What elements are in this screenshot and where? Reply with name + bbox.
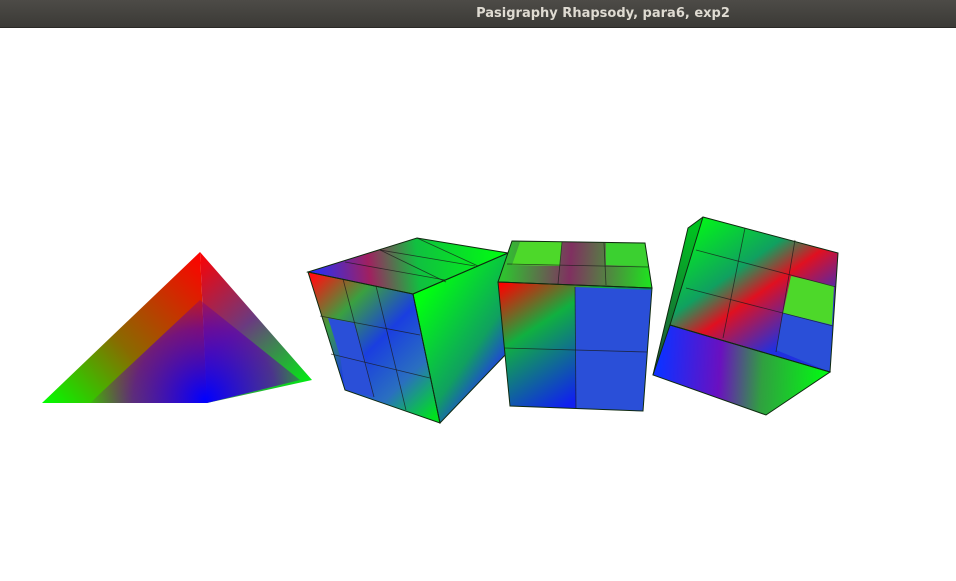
- scene-canvas: [42, 216, 839, 425]
- pyramid: [42, 252, 312, 403]
- cube-2: [497, 240, 653, 412]
- cube-2-tile: [575, 287, 652, 352]
- window-title: Pasigraphy Rhapsody, para6, exp2: [476, 6, 730, 21]
- 3d-viewport[interactable]: [0, 28, 956, 581]
- window-titlebar[interactable]: Pasigraphy Rhapsody, para6, exp2: [0, 0, 956, 28]
- cube-2-tile: [512, 242, 562, 266]
- cube-2-tile: [606, 243, 648, 266]
- cube-2-tile: [576, 350, 647, 411]
- cube-3: [652, 216, 839, 416]
- cube-1: [306, 237, 510, 425]
